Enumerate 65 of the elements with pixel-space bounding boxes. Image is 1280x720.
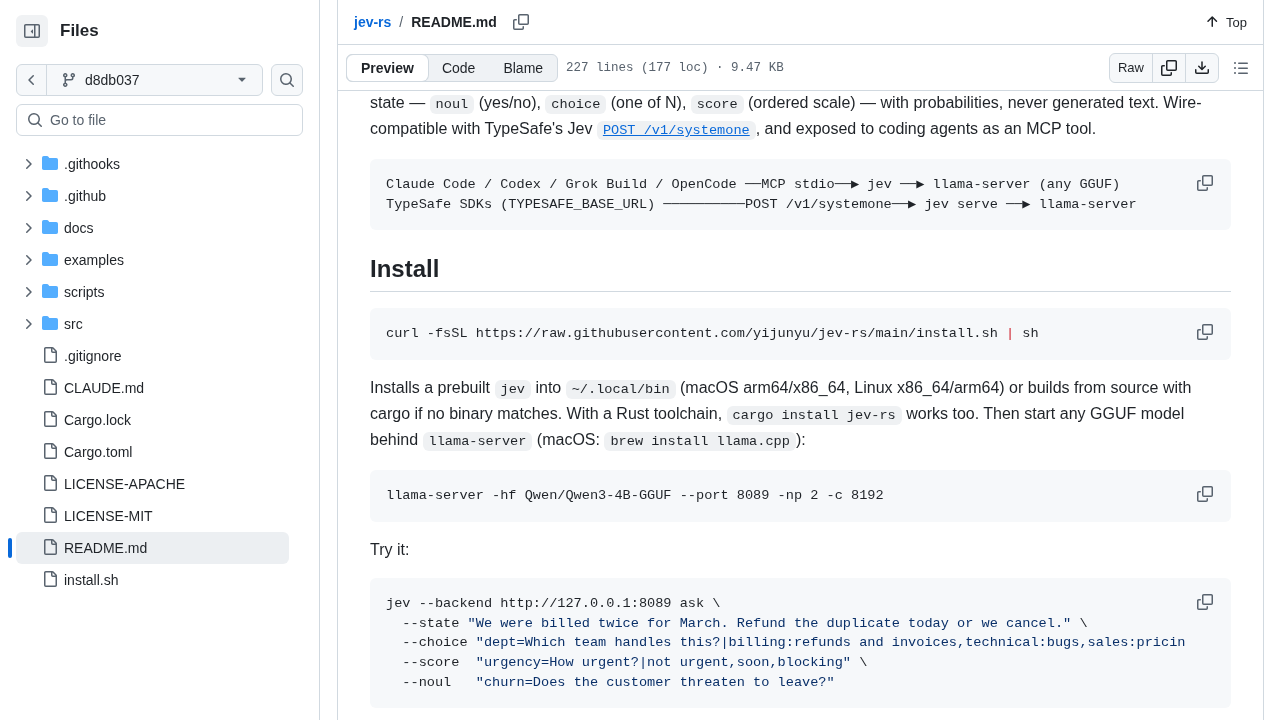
view-tab[interactable]: Code bbox=[427, 54, 490, 81]
view-tab[interactable]: Blame bbox=[489, 54, 558, 81]
list-icon bbox=[1233, 59, 1249, 76]
file-icon bbox=[42, 570, 58, 587]
file-icon bbox=[42, 378, 58, 395]
code-line: --noul "churn=Does the customer threaten to leave?" bbox=[401, 673, 835, 692]
folder-icon bbox=[42, 218, 58, 235]
code-line: --choice "dept=Which team handles this?|billing:refunds and invoices,technical:bugs,sales:pricin bbox=[401, 634, 1186, 653]
file-tree-item[interactable]: src bbox=[16, 308, 289, 340]
go-to-file-field[interactable]: Go to file bbox=[16, 104, 303, 136]
folder-icon bbox=[42, 282, 58, 299]
copy-icon bbox=[512, 14, 529, 30]
path-separator: / bbox=[399, 14, 404, 30]
paragraph: Installs a prebuilt jev into ~/.local/bin (macOS arm64/x86_64, Linux x86_64/arm64) or builds from source with cargo if no binary matches. With a Rust toolchain, cargo install jev-rs works too. Then start any GGUF model behind llama-server (macOS: brew install llama.cpp ): bbox=[370, 378, 1193, 454]
file-icon bbox=[42, 442, 58, 459]
download-icon bbox=[1194, 59, 1210, 76]
code-line: TypeSafe SDKs (TYPESAFE_BASE_URL) ──────────POST /v1/systemone──▶ jev serve ──▶ llama-server bbox=[386, 195, 1137, 214]
file-tree-item[interactable]: .gitignore bbox=[16, 340, 289, 372]
endpoint-link[interactable]: POST /v1/systemone bbox=[596, 120, 756, 137]
paragraph: state — noul (yes/no), choice (one of N), score (ordered scale) — with probabilities, never generated text. Wire-compatible with TypeSafe's Jev POST /v1/systemone , and exposed to coding agents as an MCP tool. bbox=[370, 93, 1203, 142]
copy-icon bbox=[1197, 593, 1213, 610]
copy-icon bbox=[1161, 59, 1177, 76]
search-button[interactable] bbox=[271, 64, 303, 96]
branch-icon bbox=[61, 72, 77, 88]
code-line: --state "We were billed twice for March. Refund the duplicate today or we cancel." \ bbox=[401, 614, 1088, 633]
sidebar-title: Files bbox=[60, 21, 99, 41]
file-tree-item[interactable]: scripts bbox=[16, 276, 289, 308]
search-icon bbox=[27, 112, 43, 128]
file-tree-item[interactable]: LICENSE-APACHE bbox=[16, 468, 289, 500]
repo-link[interactable]: jev-rs bbox=[354, 14, 392, 30]
file-icon bbox=[42, 410, 58, 427]
file-tree-item[interactable]: Cargo.toml bbox=[16, 436, 289, 468]
file-icon bbox=[42, 346, 58, 363]
sidebar-icon bbox=[24, 23, 40, 39]
copy-icon bbox=[1197, 324, 1213, 341]
code-line: jev --backend http://127.0.0.1:8089 ask \ bbox=[386, 594, 721, 613]
code-line: Claude Code / Codex / Grok Build / OpenCode ──MCP stdio──▶ jev ──▶ llama-server (any GGUF) bbox=[386, 176, 1121, 194]
copy-icon bbox=[1197, 175, 1213, 191]
file-tree-item[interactable]: .github bbox=[16, 180, 289, 212]
file-tree-item[interactable]: install.sh bbox=[16, 564, 289, 596]
code-line: llama-server -hf Qwen/Qwen3-4B-GGUF --port 8089 -np 2 -c 8192 bbox=[386, 487, 884, 506]
paragraph: Try it: bbox=[370, 539, 411, 560]
file-tree-item[interactable]: LICENSE-MIT bbox=[16, 500, 289, 532]
file-info: 227 lines (177 loc) · 9.47 KB bbox=[566, 60, 784, 75]
search-icon bbox=[279, 72, 295, 88]
code-line: --score "urgency=How urgent?|not urgent,soon,blocking" \ bbox=[401, 653, 868, 672]
file-icon bbox=[42, 538, 58, 555]
file-tree-item[interactable]: docs bbox=[16, 212, 289, 244]
folder-icon bbox=[42, 314, 58, 331]
section-heading: Install bbox=[370, 254, 1231, 293]
file-icon bbox=[42, 506, 58, 523]
code-line: curl -fsSL https://raw.githubusercontent.com/yijunyu/jev-rs/main/install.sh | sh bbox=[386, 325, 1039, 344]
folder-icon bbox=[42, 250, 58, 267]
file-tree-item[interactable]: examples bbox=[16, 244, 289, 276]
file-icon bbox=[42, 474, 58, 491]
view-tab[interactable]: Preview bbox=[347, 54, 428, 81]
file-tree-item[interactable]: .githooks bbox=[16, 148, 289, 180]
file-tree-item[interactable]: CLAUDE.md bbox=[16, 372, 289, 404]
folder-icon bbox=[42, 154, 58, 171]
top-link[interactable]: Top bbox=[1204, 14, 1247, 30]
copy-icon bbox=[1197, 486, 1213, 503]
file-name: README.md bbox=[411, 14, 497, 30]
file-tree-item[interactable]: Cargo.lock bbox=[16, 404, 289, 436]
folder-icon bbox=[42, 186, 58, 203]
collapse-sidebar-button[interactable] bbox=[16, 15, 48, 47]
